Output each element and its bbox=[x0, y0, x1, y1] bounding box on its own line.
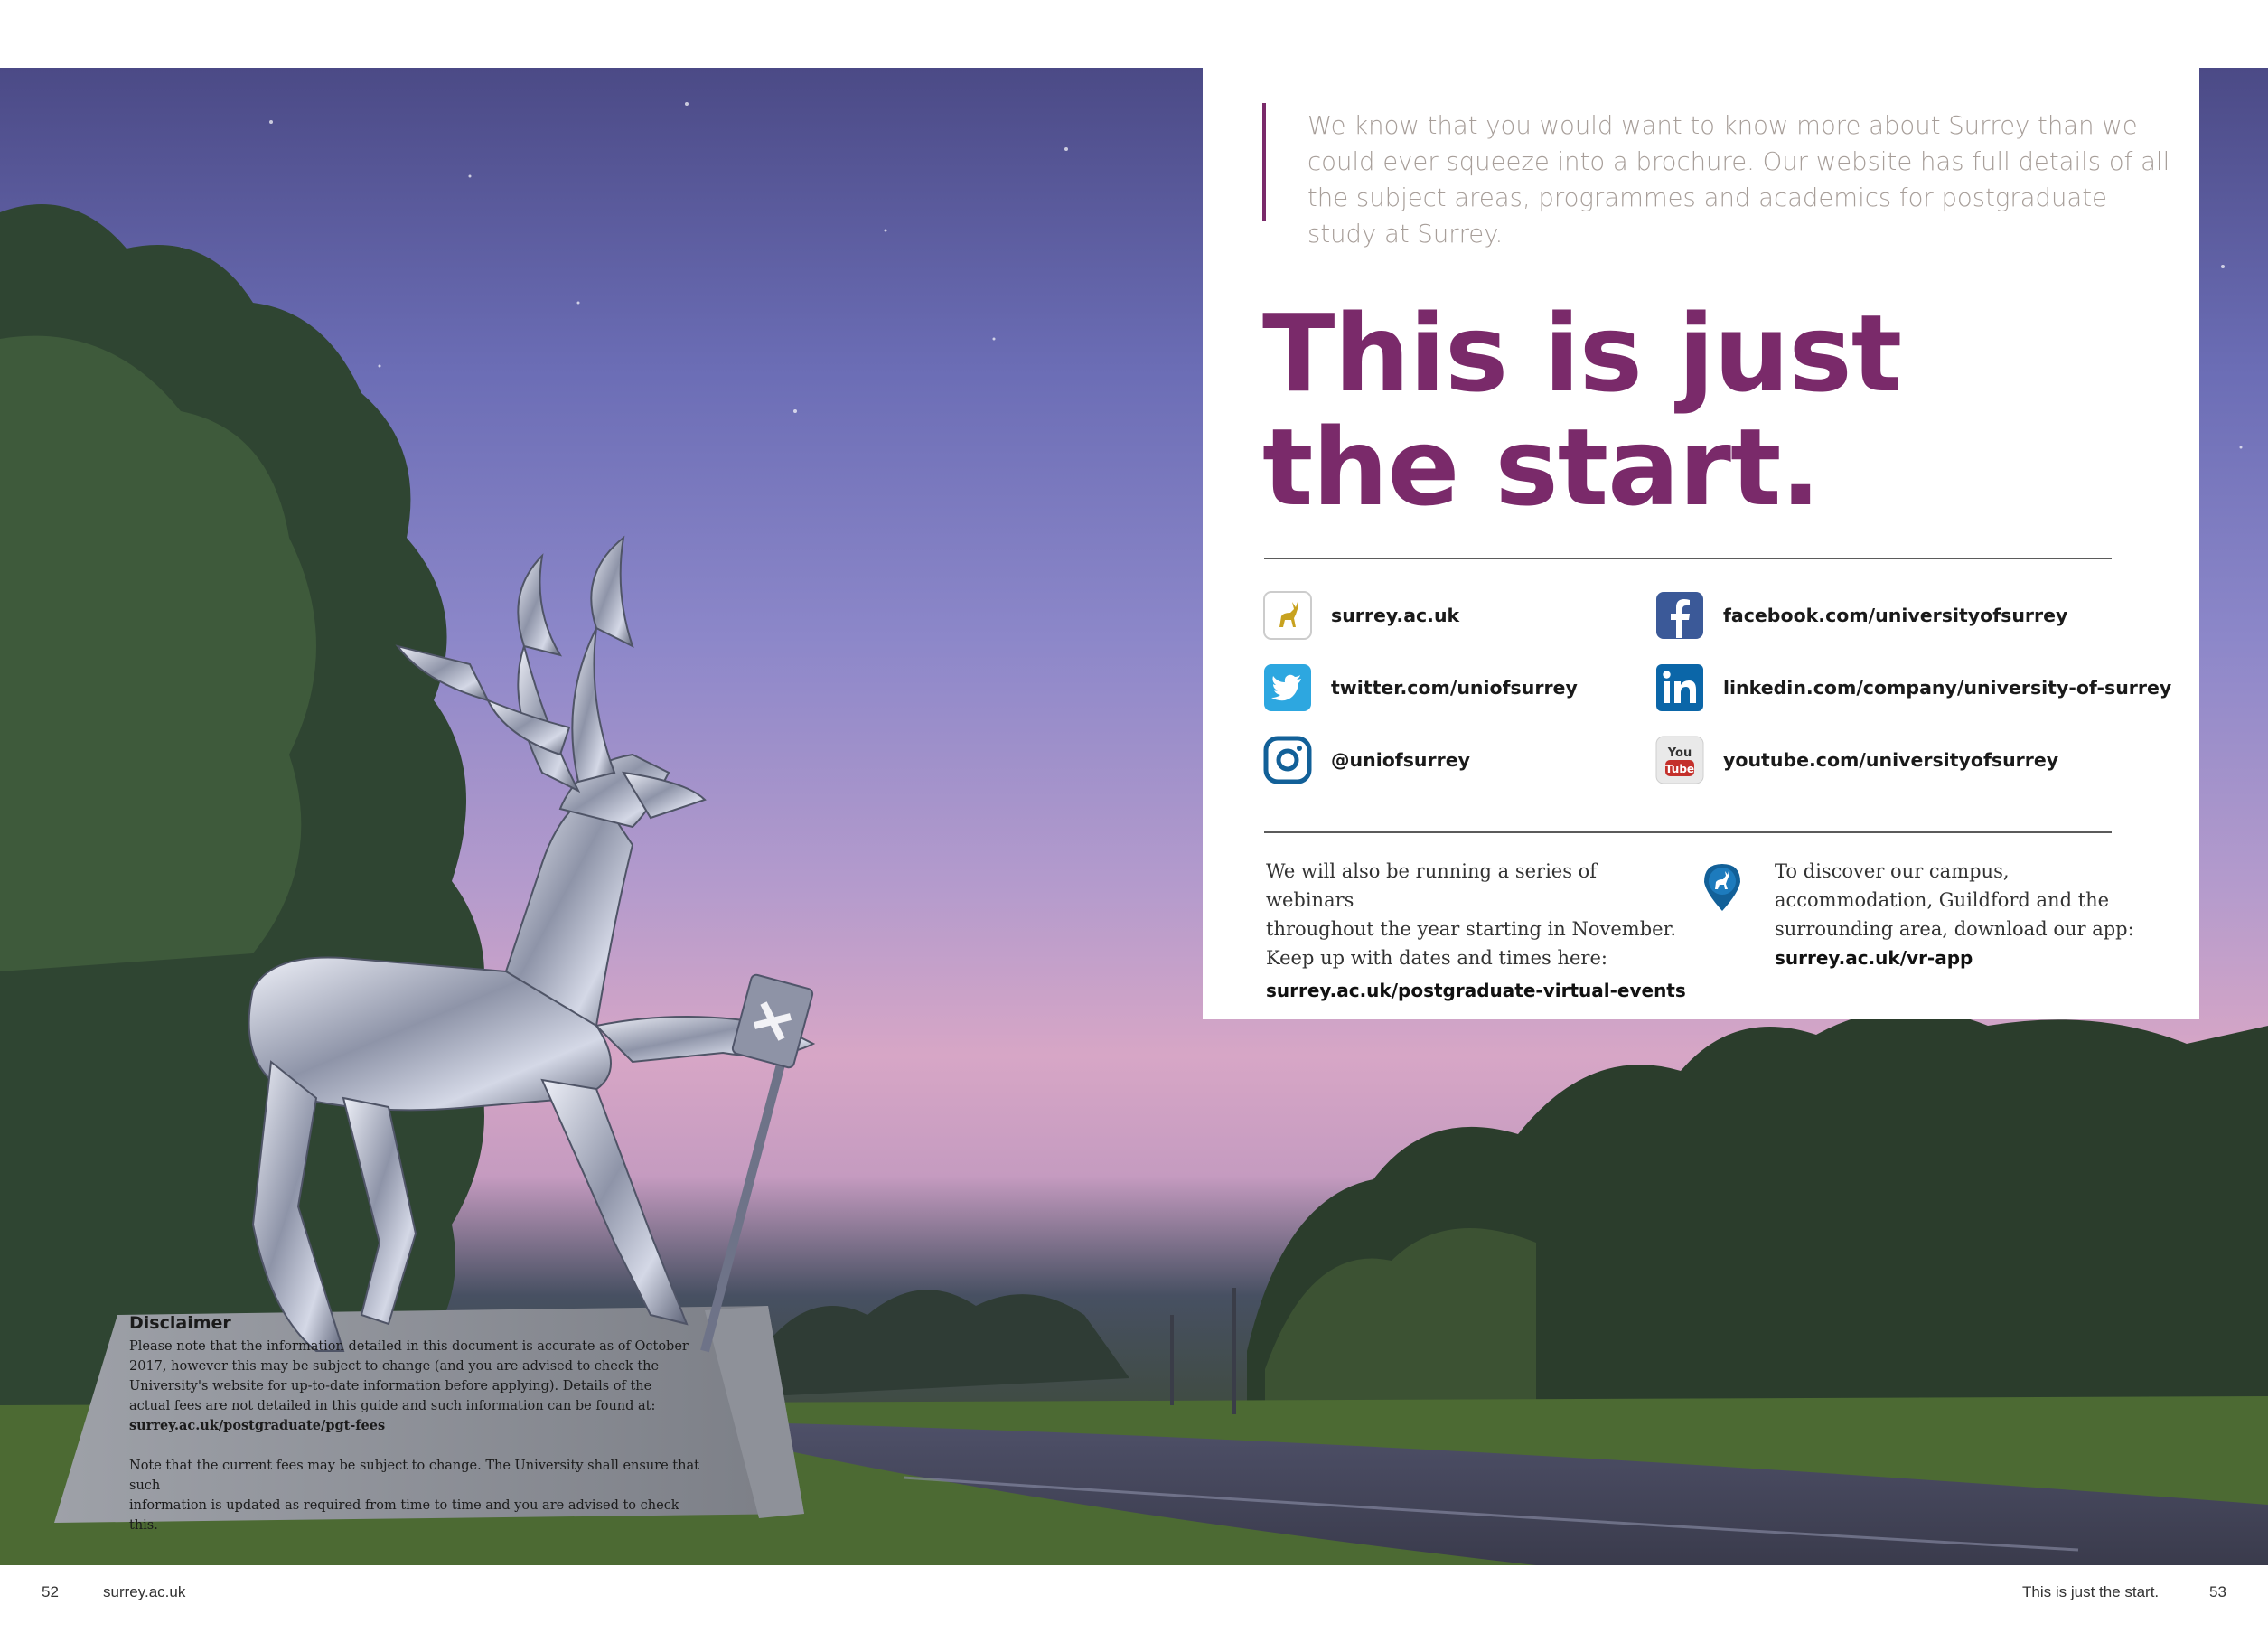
link-twitter[interactable]: twitter.com/uniofsurrey bbox=[1262, 662, 1578, 713]
link-facebook[interactable]: facebook.com/universityofsurrey bbox=[1654, 590, 2067, 641]
app-line-3: surrounding area, download our app: bbox=[1775, 918, 2134, 940]
app-note: To discover our campus, accommodation, G… bbox=[1775, 857, 2163, 972]
intro-accent-bar bbox=[1262, 103, 1266, 221]
facebook-icon bbox=[1654, 590, 1705, 641]
svg-text:You: You bbox=[1667, 746, 1692, 760]
disclaimer-title: Disclaimer bbox=[129, 1313, 231, 1333]
divider-top bbox=[1264, 558, 2112, 559]
link-surrey-website-label: surrey.ac.uk bbox=[1331, 605, 1460, 626]
disclaimer-line: 2017, however this may be subject to cha… bbox=[129, 1359, 660, 1374]
fees-link[interactable]: surrey.ac.uk/postgraduate/pgt-fees bbox=[129, 1416, 708, 1436]
webinars-line-1: We will also be running a series of webi… bbox=[1266, 860, 1598, 911]
link-linkedin[interactable]: linkedin.com/company/university-of-surre… bbox=[1654, 662, 2171, 713]
disclaimer-line: information is updated as required from … bbox=[129, 1498, 679, 1533]
twitter-icon bbox=[1262, 662, 1313, 713]
link-facebook-label: facebook.com/universityofsurrey bbox=[1723, 605, 2068, 626]
intro-paragraph: We know that you would want to know more… bbox=[1307, 111, 2170, 249]
headline-line-2: the start. bbox=[1262, 405, 1821, 530]
link-youtube[interactable]: You Tube youtube.com/universityofsurrey bbox=[1654, 735, 2058, 785]
link-instagram[interactable]: @uniofsurrey bbox=[1262, 735, 1470, 785]
disclaimer-line: actual fees are not detailed in this gui… bbox=[129, 1399, 656, 1413]
webinars-line-2: throughout the year starting in November… bbox=[1266, 918, 1677, 940]
disclaimer-line: Please note that the information detaile… bbox=[129, 1339, 689, 1354]
link-surrey-website[interactable]: surrey.ac.uk bbox=[1262, 590, 1459, 641]
page-number-right: 53 bbox=[2209, 1583, 2226, 1600]
footer-site: surrey.ac.uk bbox=[103, 1583, 186, 1600]
link-youtube-label: youtube.com/universityofsurrey bbox=[1723, 749, 2059, 771]
link-linkedin-label: linkedin.com/company/university-of-surre… bbox=[1723, 677, 2172, 699]
page-number-left: 52 bbox=[42, 1583, 59, 1600]
linkedin-icon bbox=[1654, 662, 1705, 713]
instagram-icon bbox=[1262, 735, 1313, 785]
disclaimer-line: University's website for up-to-date info… bbox=[129, 1379, 652, 1394]
app-line-2: accommodation, Guildford and the bbox=[1775, 889, 2110, 911]
webinars-line-3: Keep up with dates and times here: bbox=[1266, 947, 1607, 969]
link-twitter-label: twitter.com/uniofsurrey bbox=[1331, 677, 1578, 699]
webinars-link[interactable]: surrey.ac.uk/postgraduate-virtual-events bbox=[1266, 976, 1691, 1005]
page-headline: This is just the start. bbox=[1262, 296, 2076, 524]
map-pin-stag-icon bbox=[1701, 860, 1744, 917]
webinars-note: We will also be running a series of webi… bbox=[1266, 857, 1691, 1005]
headline-line-1: This is just bbox=[1262, 291, 1902, 416]
youtube-icon: You Tube bbox=[1654, 735, 1705, 785]
link-instagram-label: @uniofsurrey bbox=[1331, 749, 1471, 771]
surrey-stag-icon bbox=[1262, 590, 1313, 641]
app-line-1: To discover our campus, bbox=[1775, 860, 2010, 882]
disclaimer-line: Note that the current fees may be subjec… bbox=[129, 1459, 699, 1493]
footer-title: This is just the start. bbox=[2022, 1583, 2160, 1600]
disclaimer-body: Please note that the information detaile… bbox=[129, 1337, 708, 1535]
content-panel: We know that you would want to know more… bbox=[1203, 68, 2199, 1019]
app-link[interactable]: surrey.ac.uk/vr-app bbox=[1775, 943, 2163, 972]
disclaimer: Disclaimer Please note that the informat… bbox=[129, 1313, 708, 1535]
divider-bottom bbox=[1264, 831, 2112, 833]
svg-text:Tube: Tube bbox=[1665, 763, 1694, 775]
